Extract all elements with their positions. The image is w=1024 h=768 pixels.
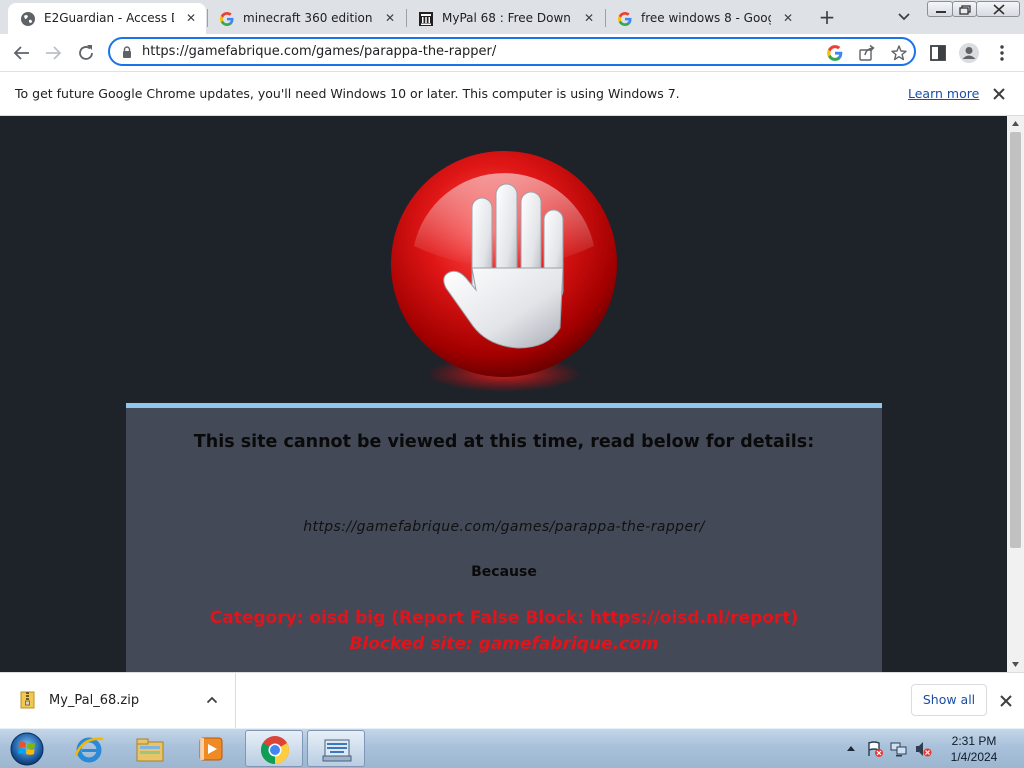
clock-time: 2:31 PM [951, 734, 997, 748]
update-infobar: To get future Google Chrome updates, you… [0, 72, 1024, 116]
clock-date: 1/4/2024 [950, 750, 998, 764]
zip-file-icon [20, 691, 35, 709]
minimize-icon [936, 11, 946, 13]
chevron-up-icon[interactable] [205, 693, 219, 707]
scroll-up-arrow-icon[interactable] [1007, 116, 1024, 131]
infobar-close-icon[interactable] [990, 85, 1008, 103]
tab-google-search[interactable]: free windows 8 - Google Search ✕ [605, 3, 803, 34]
lock-icon[interactable] [120, 45, 134, 59]
download-shelf-close-icon[interactable] [997, 692, 1015, 710]
block-headline: This site cannot be viewed at this time,… [193, 432, 815, 452]
bookmark-star-icon[interactable] [890, 44, 908, 62]
chrome-icon [261, 736, 289, 764]
keyboard-app-icon [322, 739, 352, 762]
tab-minecraft[interactable]: minecraft 360 edition game ✕ [207, 3, 405, 34]
learn-more-link[interactable]: Learn more [908, 86, 979, 101]
reload-icon[interactable] [75, 42, 97, 64]
blocked-site-text: Blocked site: gamefabrique.com [349, 634, 659, 654]
google-lens-g-icon[interactable] [826, 44, 844, 62]
download-item[interactable]: My_Pal_68.zip [0, 673, 236, 728]
taskbar-internet-explorer[interactable] [60, 730, 118, 767]
download-shelf: My_Pal_68.zip Show all [0, 672, 1024, 728]
google-g-icon [220, 11, 234, 26]
because-label: Because [471, 564, 537, 580]
browser-toolbar: https://gamefabrique.com/games/parappa-t… [0, 34, 1024, 72]
more-menu-icon[interactable] [991, 42, 1013, 64]
minimize-button[interactable] [927, 1, 953, 17]
tab-e2guardian[interactable]: E2Guardian - Access Denied ✕ [8, 3, 206, 34]
tab-close-icon[interactable]: ✕ [184, 11, 198, 25]
url-text[interactable]: https://gamefabrique.com/games/parappa-t… [142, 44, 496, 60]
windows-taskbar: 2:31 PM 1/4/2024 [0, 728, 1024, 768]
volume-muted-icon[interactable] [914, 740, 932, 758]
globe-icon [21, 12, 35, 26]
stop-hand-icon [391, 151, 617, 392]
scroll-thumb[interactable] [1010, 132, 1021, 548]
tab-search-chevron-icon[interactable] [894, 8, 914, 26]
address-bar[interactable]: https://gamefabrique.com/games/parappa-t… [108, 37, 916, 66]
close-window-button[interactable] [976, 1, 1020, 17]
blocked-page: This site cannot be viewed at this time,… [0, 116, 1007, 672]
tab-title: E2Guardian - Access Denied [44, 11, 174, 25]
action-center-flag-icon[interactable] [866, 740, 884, 758]
tab-title: free windows 8 - Google Search [641, 11, 771, 25]
tab-strip: E2Guardian - Access Denied ✕ minecraft 3… [0, 0, 1024, 34]
forward-arrow-icon[interactable] [42, 42, 64, 64]
archive-building-icon [419, 12, 433, 26]
new-tab-button[interactable]: + [816, 6, 838, 28]
restore-icon [959, 5, 971, 15]
google-g-icon [618, 11, 632, 26]
show-all-button[interactable]: Show all [911, 684, 987, 716]
close-icon [993, 4, 1005, 15]
internet-explorer-icon [74, 737, 104, 763]
media-player-icon [199, 737, 223, 761]
taskbar-file-explorer[interactable] [121, 730, 179, 767]
system-clock[interactable]: 2:31 PM 1/4/2024 [940, 733, 1008, 765]
tab-title: minecraft 360 edition game [243, 11, 373, 25]
page-scrollbar[interactable] [1007, 116, 1024, 672]
restore-button[interactable] [952, 1, 977, 17]
blocked-url-text: https://gamefabrique.com/games/parappa-t… [303, 519, 705, 535]
show-hidden-icons-icon[interactable] [842, 740, 860, 758]
tab-title: MyPal 68 : Free Download [442, 11, 572, 25]
infobar-message: To get future Google Chrome updates, you… [15, 86, 680, 101]
tab-mypal[interactable]: MyPal 68 : Free Download ✕ [406, 3, 604, 34]
taskbar-onscreen-keyboard[interactable] [307, 730, 365, 767]
download-file-name: My_Pal_68.zip [49, 693, 140, 708]
back-arrow-icon[interactable] [11, 42, 33, 64]
profile-avatar-icon[interactable] [958, 42, 980, 64]
tab-close-icon[interactable]: ✕ [582, 11, 596, 25]
block-details-panel: This site cannot be viewed at this time,… [126, 403, 882, 672]
side-panel-icon[interactable] [927, 42, 949, 64]
start-orb-icon[interactable] [6, 731, 46, 767]
taskbar-media-player[interactable] [182, 730, 240, 767]
tab-close-icon[interactable]: ✕ [383, 11, 397, 25]
share-icon[interactable] [858, 44, 876, 62]
tab-close-icon[interactable]: ✕ [781, 11, 795, 25]
taskbar-chrome[interactable] [245, 730, 303, 767]
scroll-down-arrow-icon[interactable] [1007, 657, 1024, 672]
file-explorer-icon [136, 738, 164, 762]
block-category-text: Category: oisd big (Report False Block: … [209, 608, 799, 628]
network-icon[interactable] [890, 740, 908, 758]
